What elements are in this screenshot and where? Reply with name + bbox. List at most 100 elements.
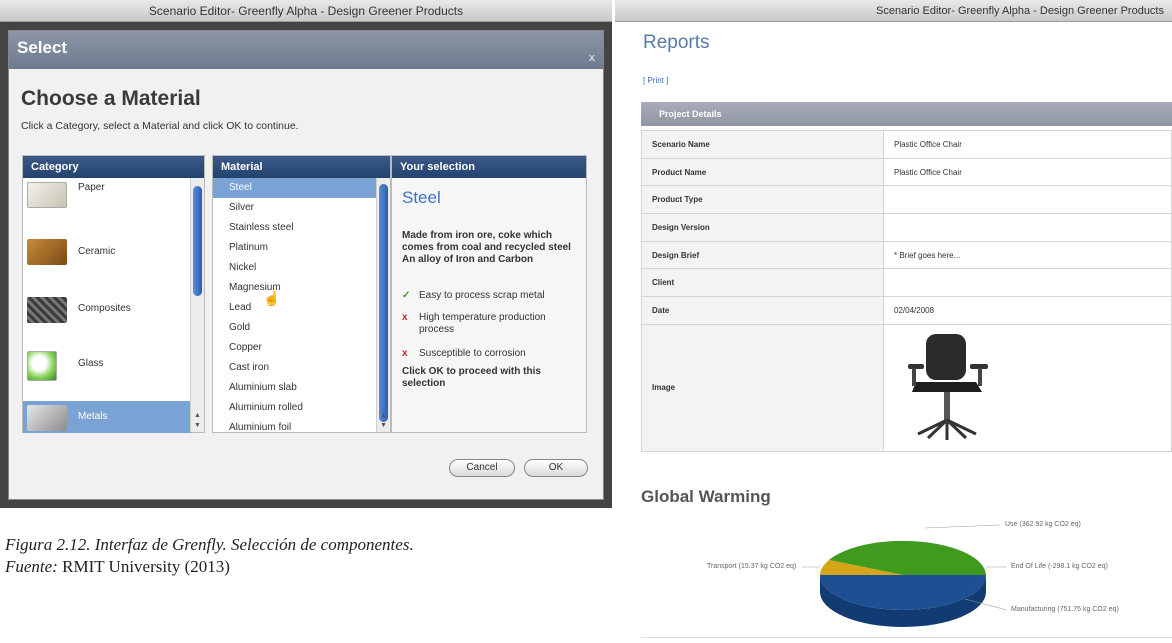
hand-cursor-icon: ☝ xyxy=(263,290,281,306)
ok-button[interactable]: OK xyxy=(524,459,588,477)
global-warming-pie-chart xyxy=(802,524,1008,627)
cancel-button[interactable]: Cancel xyxy=(449,459,515,477)
category-scrollbar[interactable]: ▲ ▼ xyxy=(190,178,204,432)
pie-label-use: Use (362.92 kg CO2 eq) xyxy=(1005,521,1081,528)
category-label: Composites xyxy=(78,303,131,314)
dialog-header: Select x xyxy=(9,31,603,69)
caption-source: RMIT University (2013) xyxy=(62,557,230,576)
material-item-lead[interactable]: Lead xyxy=(213,298,377,318)
metals-thumb-icon xyxy=(27,405,67,431)
material-pane: Material Steel Silver Stainless steel Pl… xyxy=(212,155,391,433)
property-text: Easy to process scrap metal xyxy=(419,290,545,301)
row-value: Plastic Office Chair xyxy=(883,130,1172,159)
scroll-down-arrow-icon[interactable]: ▼ xyxy=(379,422,388,430)
row-key: Product Type xyxy=(641,185,884,215)
scrollbar-thumb[interactable] xyxy=(193,186,202,296)
category-item-ceramic[interactable]: Ceramic xyxy=(23,234,191,270)
material-item-aluminium-foil[interactable]: Aluminium foil xyxy=(213,418,377,438)
page-title: Choose a Material xyxy=(21,87,201,110)
row-value xyxy=(883,185,1172,215)
material-item-silver[interactable]: Silver xyxy=(213,198,377,218)
pie-label-manufacturing: Manufacturing (751.75 kg CO2 eq) xyxy=(1011,606,1119,613)
scroll-up-arrow-icon[interactable]: ▲ xyxy=(193,412,202,420)
material-item-aluminium-rolled[interactable]: Aluminium rolled xyxy=(213,398,377,418)
material-scrollbar[interactable]: ▲ ▼ xyxy=(376,178,390,432)
composites-thumb-icon xyxy=(27,297,67,323)
table-row: Product Type xyxy=(641,185,1172,215)
caption-figure-text: Figura 2.12. Interfaz de Grenfly. Selecc… xyxy=(5,535,414,554)
project-details-heading: Project Details xyxy=(641,102,1172,126)
table-row: Image xyxy=(641,323,1172,452)
glass-thumb-icon xyxy=(27,351,57,381)
scroll-down-arrow-icon[interactable]: ▼ xyxy=(193,422,202,430)
selected-material-name: Steel xyxy=(402,188,441,207)
figure-caption: Figura 2.12. Interfaz de Grenfly. Selecc… xyxy=(5,534,605,578)
category-item-metals[interactable]: Metals xyxy=(23,401,191,433)
category-item-composites[interactable]: Composites xyxy=(23,291,191,327)
divider xyxy=(641,637,1172,638)
material-item-steel[interactable]: Steel xyxy=(213,178,377,198)
row-key: Design Brief xyxy=(641,240,884,270)
row-value xyxy=(883,213,1172,242)
print-link[interactable]: [ Print ] xyxy=(643,76,668,85)
category-label: Metals xyxy=(78,411,108,422)
office-chair-icon xyxy=(908,334,988,441)
row-value: * Brief goes here... xyxy=(883,240,1172,270)
material-item-magnesium[interactable]: Magnesium xyxy=(213,278,377,298)
proceed-instruction: Click OK to proceed with this selection xyxy=(402,366,541,389)
row-value: Plastic Office Chair xyxy=(883,157,1172,187)
category-item-glass[interactable]: Glass xyxy=(23,346,191,382)
row-key: Client xyxy=(641,268,884,298)
scroll-up-arrow-icon[interactable]: ▲ xyxy=(379,412,388,420)
category-pane: Category Paper Ceramic Composites Glass … xyxy=(22,155,205,433)
material-item-platinum[interactable]: Platinum xyxy=(213,238,377,258)
row-key: Date xyxy=(641,296,884,325)
table-row: Design Version xyxy=(641,213,1172,242)
leader-line xyxy=(924,524,1001,529)
material-heading: Material xyxy=(213,156,390,178)
material-description: Made from iron ore, coke which comes fro… xyxy=(402,230,571,265)
material-item-cast-iron[interactable]: Cast iron xyxy=(213,358,377,378)
table-row: Client xyxy=(641,268,1172,298)
table-row: Date 02/04/2008 xyxy=(641,296,1172,325)
material-item-aluminium-slab[interactable]: Aluminium slab xyxy=(213,378,377,398)
row-key: Scenario Name xyxy=(641,130,884,159)
cross-icon: x xyxy=(402,348,408,359)
close-icon[interactable]: x xyxy=(589,41,595,75)
material-item-copper[interactable]: Copper xyxy=(213,338,377,358)
material-select-window: Scenario Editor- Greenfly Alpha - Design… xyxy=(0,0,612,508)
table-row: Scenario Name Plastic Office Chair xyxy=(641,130,1172,159)
row-value xyxy=(883,268,1172,298)
select-dialog: Select x Choose a Material Click a Categ… xyxy=(8,30,604,500)
category-heading: Category xyxy=(23,156,204,178)
row-key: Image xyxy=(641,323,884,452)
ceramic-thumb-icon xyxy=(27,239,67,265)
instruction-text: Click a Category, select a Material and … xyxy=(21,120,299,132)
selection-pane: Your selection Steel Made from iron ore,… xyxy=(391,155,587,433)
material-item-nickel[interactable]: Nickel xyxy=(213,258,377,278)
pie-label-end-of-life: End Of Life (-298.1 kg CO2 eq) xyxy=(1011,563,1108,570)
category-item-paper[interactable]: Paper xyxy=(23,178,191,208)
caption-source-label: Fuente: xyxy=(5,557,58,576)
paper-thumb-icon xyxy=(27,182,67,208)
material-item-stainless-steel[interactable]: Stainless steel xyxy=(213,218,377,238)
global-warming-title: Global Warming xyxy=(641,487,771,506)
table-row: Product Name Plastic Office Chair xyxy=(641,157,1172,187)
cross-icon: x xyxy=(402,312,408,323)
window-titlebar: Scenario Editor- Greenfly Alpha - Design… xyxy=(0,0,612,22)
project-details-table: Scenario Name Plastic Office Chair Produ… xyxy=(641,130,1172,452)
table-row: Design Brief * Brief goes here... xyxy=(641,240,1172,270)
material-list: Steel Silver Stainless steel Platinum Ni… xyxy=(213,178,377,438)
pie-label-transport: Transport (15.37 kg CO2 eq) xyxy=(707,563,797,570)
row-value xyxy=(883,323,1172,452)
property-text: Susceptible to corrosion xyxy=(419,348,526,359)
category-label: Glass xyxy=(78,358,104,369)
material-item-gold[interactable]: Gold xyxy=(213,318,377,338)
dialog-title: Select xyxy=(17,38,68,57)
category-label: Paper xyxy=(78,182,105,193)
scrollbar-thumb[interactable] xyxy=(379,184,388,422)
row-key: Design Version xyxy=(641,213,884,242)
row-key: Product Name xyxy=(641,157,884,187)
row-value: 02/04/2008 xyxy=(883,296,1172,325)
check-icon: ✓ xyxy=(402,290,411,301)
